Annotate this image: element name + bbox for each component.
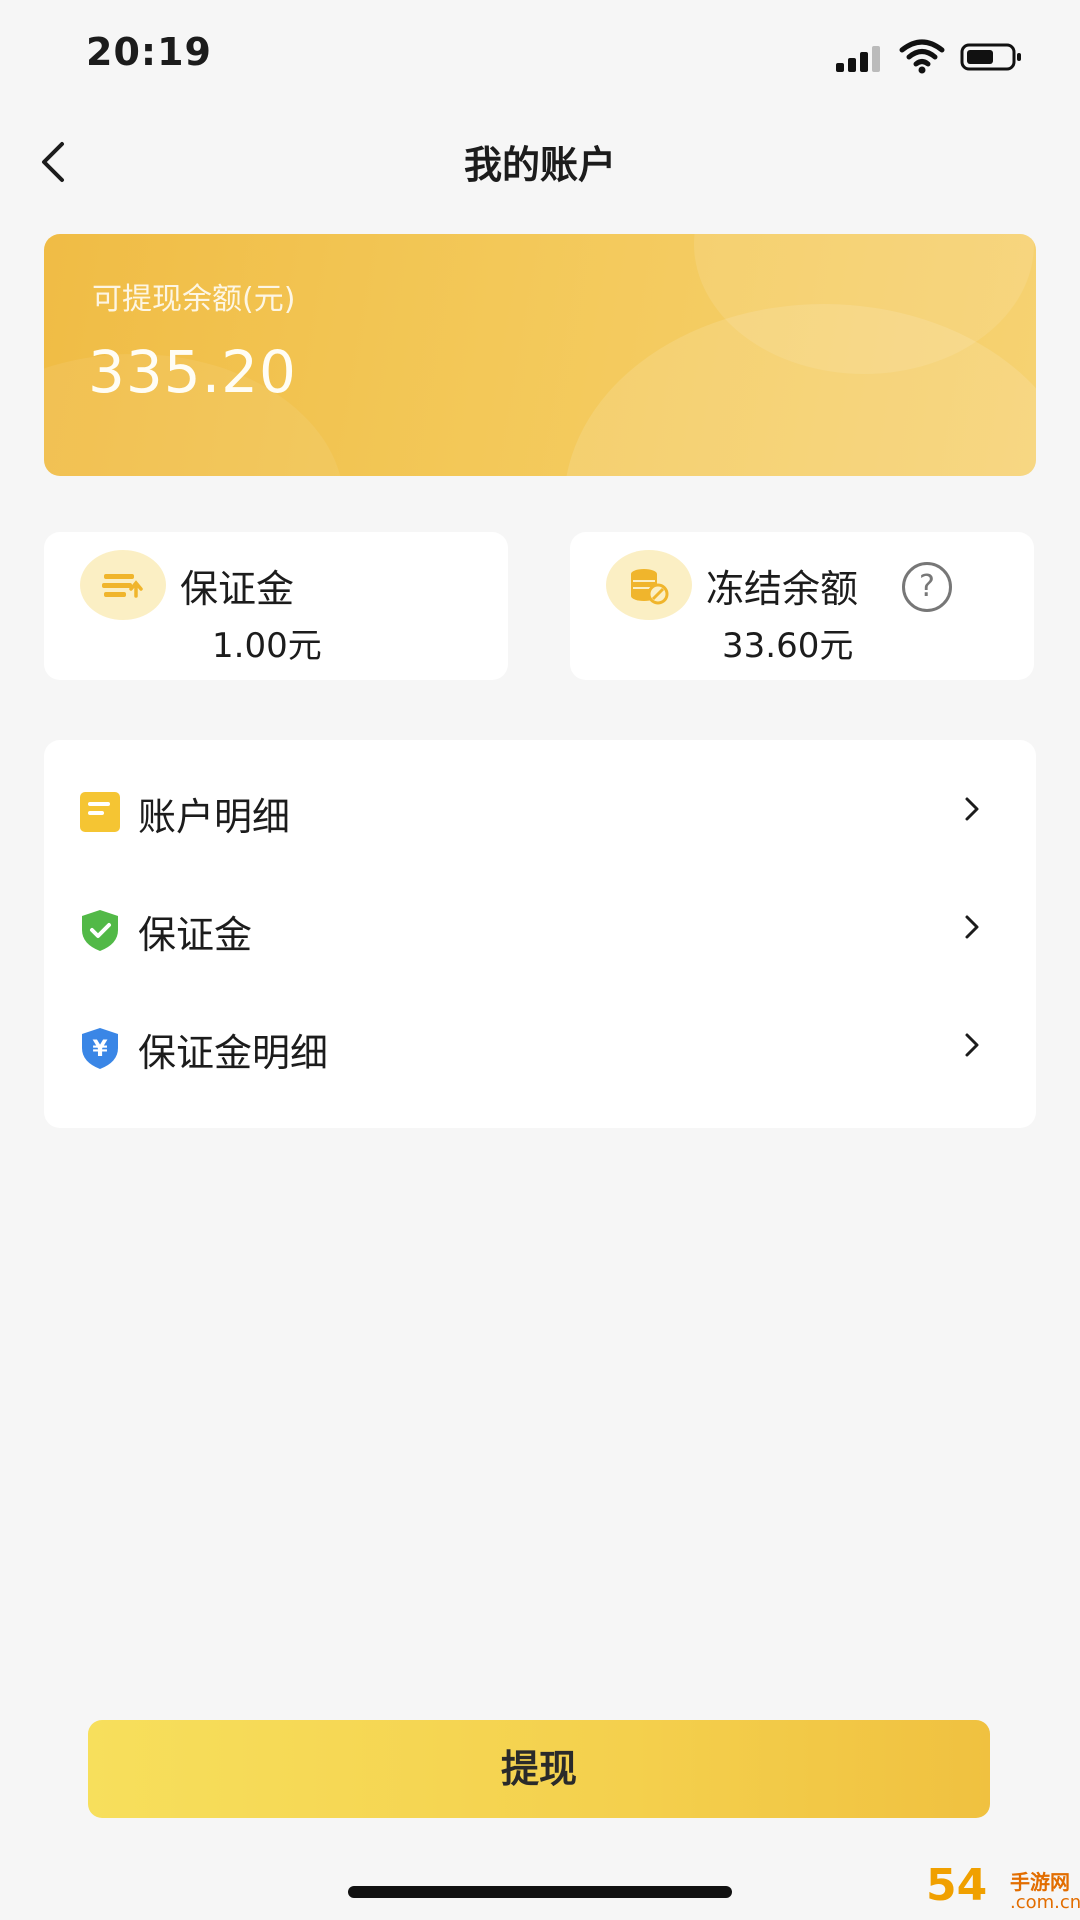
- watermark-number: 54: [926, 1860, 988, 1911]
- menu-item-deposit-details[interactable]: ¥ 保证金明细: [44, 988, 1036, 1106]
- watermark-logo: 54 手游网 .com.cn: [926, 1860, 1080, 1918]
- menu-item-deposit[interactable]: 保证金: [44, 870, 1036, 988]
- balance-value: 335.20: [88, 338, 297, 406]
- wifi-icon: [899, 39, 945, 74]
- watermark-text: 手游网: [1010, 1870, 1070, 1894]
- watermark-domain: .com.cn: [1010, 1892, 1080, 1913]
- frozen-balance-title: 冻结余额: [706, 567, 859, 611]
- deposit-value: 1.00元: [212, 626, 322, 666]
- battery-icon: [960, 43, 1021, 71]
- signal-icon: [836, 46, 886, 72]
- balance-card: 可提现余额(元) 335.20: [44, 234, 1036, 476]
- menu-item-label: 保证金: [138, 913, 253, 957]
- menu-list: 账户明细 保证金 ¥ 保证金明细: [44, 740, 1036, 1128]
- deposit-stat-card[interactable]: 保证金 1.00元: [44, 532, 508, 680]
- frozen-balance-card[interactable]: 冻结余额 ? 33.60元: [570, 532, 1034, 680]
- document-icon: [80, 792, 120, 832]
- home-indicator[interactable]: [348, 1886, 732, 1898]
- shield-yuan-icon: ¥: [82, 1028, 118, 1069]
- svg-text:¥: ¥: [92, 1037, 108, 1062]
- menu-item-label: 保证金明细: [138, 1031, 329, 1075]
- balance-label: 可提现余额(元): [92, 282, 296, 317]
- deposit-title: 保证金: [180, 567, 295, 611]
- chevron-right-icon: [965, 1033, 979, 1057]
- chevron-right-icon: [965, 797, 979, 821]
- frozen-balance-value: 33.60元: [722, 626, 854, 666]
- frozen-coins-icon: [606, 550, 692, 620]
- page-title: 我的账户: [463, 143, 616, 187]
- shield-check-icon: [82, 910, 118, 951]
- question-mark-icon[interactable]: ?: [902, 562, 952, 612]
- navigation-bar: 我的账户: [0, 110, 1080, 210]
- deposit-icon: [80, 550, 166, 620]
- menu-item-account-details[interactable]: 账户明细: [44, 752, 1036, 870]
- chevron-right-icon: [965, 915, 979, 939]
- menu-item-label: 账户明细: [138, 795, 291, 839]
- status-bar: 20:19: [0, 0, 1080, 110]
- withdraw-button[interactable]: 提现: [88, 1720, 990, 1818]
- status-time: 20:19: [86, 30, 212, 74]
